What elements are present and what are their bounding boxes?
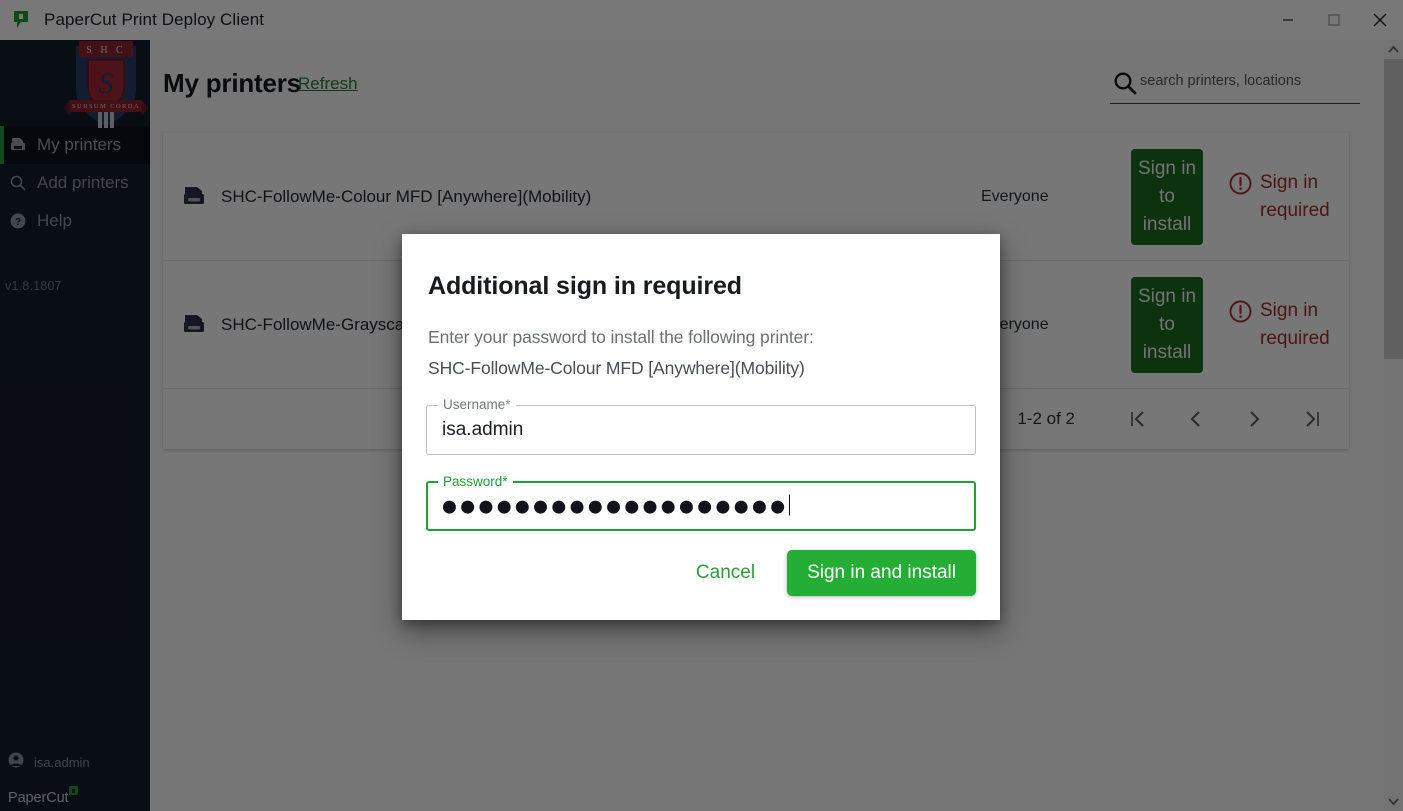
required-mark: *: [502, 474, 508, 489]
username-field-value: isa.admin: [442, 419, 524, 440]
cancel-button[interactable]: Cancel: [678, 550, 773, 596]
required-mark: *: [505, 397, 511, 412]
password-field[interactable]: Password* ●●●●●●●●●●●●●●●●●●●: [426, 474, 976, 531]
text-caret: [789, 494, 791, 516]
password-field-label: Password*: [438, 474, 513, 489]
password-label-text: Password: [443, 474, 503, 489]
dialog-subtitle: Enter your password to install the follo…: [428, 327, 814, 347]
dialog-printer-name: SHC-FollowMe-Colour MFD [Anywhere](Mobil…: [428, 358, 805, 378]
sign-in-and-install-button[interactable]: Sign in and install: [787, 550, 976, 596]
dialog-actions: Cancel Sign in and install: [678, 550, 976, 596]
username-label-text: Username: [443, 397, 506, 412]
app-window: PaperCut Print Deploy Client: [0, 0, 1403, 811]
dialog-title: Additional sign in required: [428, 272, 742, 300]
password-field-value: ●●●●●●●●●●●●●●●●●●●: [442, 494, 791, 518]
username-field-label: Username*: [438, 397, 516, 412]
password-masked-value: ●●●●●●●●●●●●●●●●●●●: [442, 496, 789, 517]
sign-in-dialog: Additional sign in required Enter your p…: [402, 234, 1000, 620]
username-field[interactable]: Username* isa.admin: [426, 397, 976, 455]
